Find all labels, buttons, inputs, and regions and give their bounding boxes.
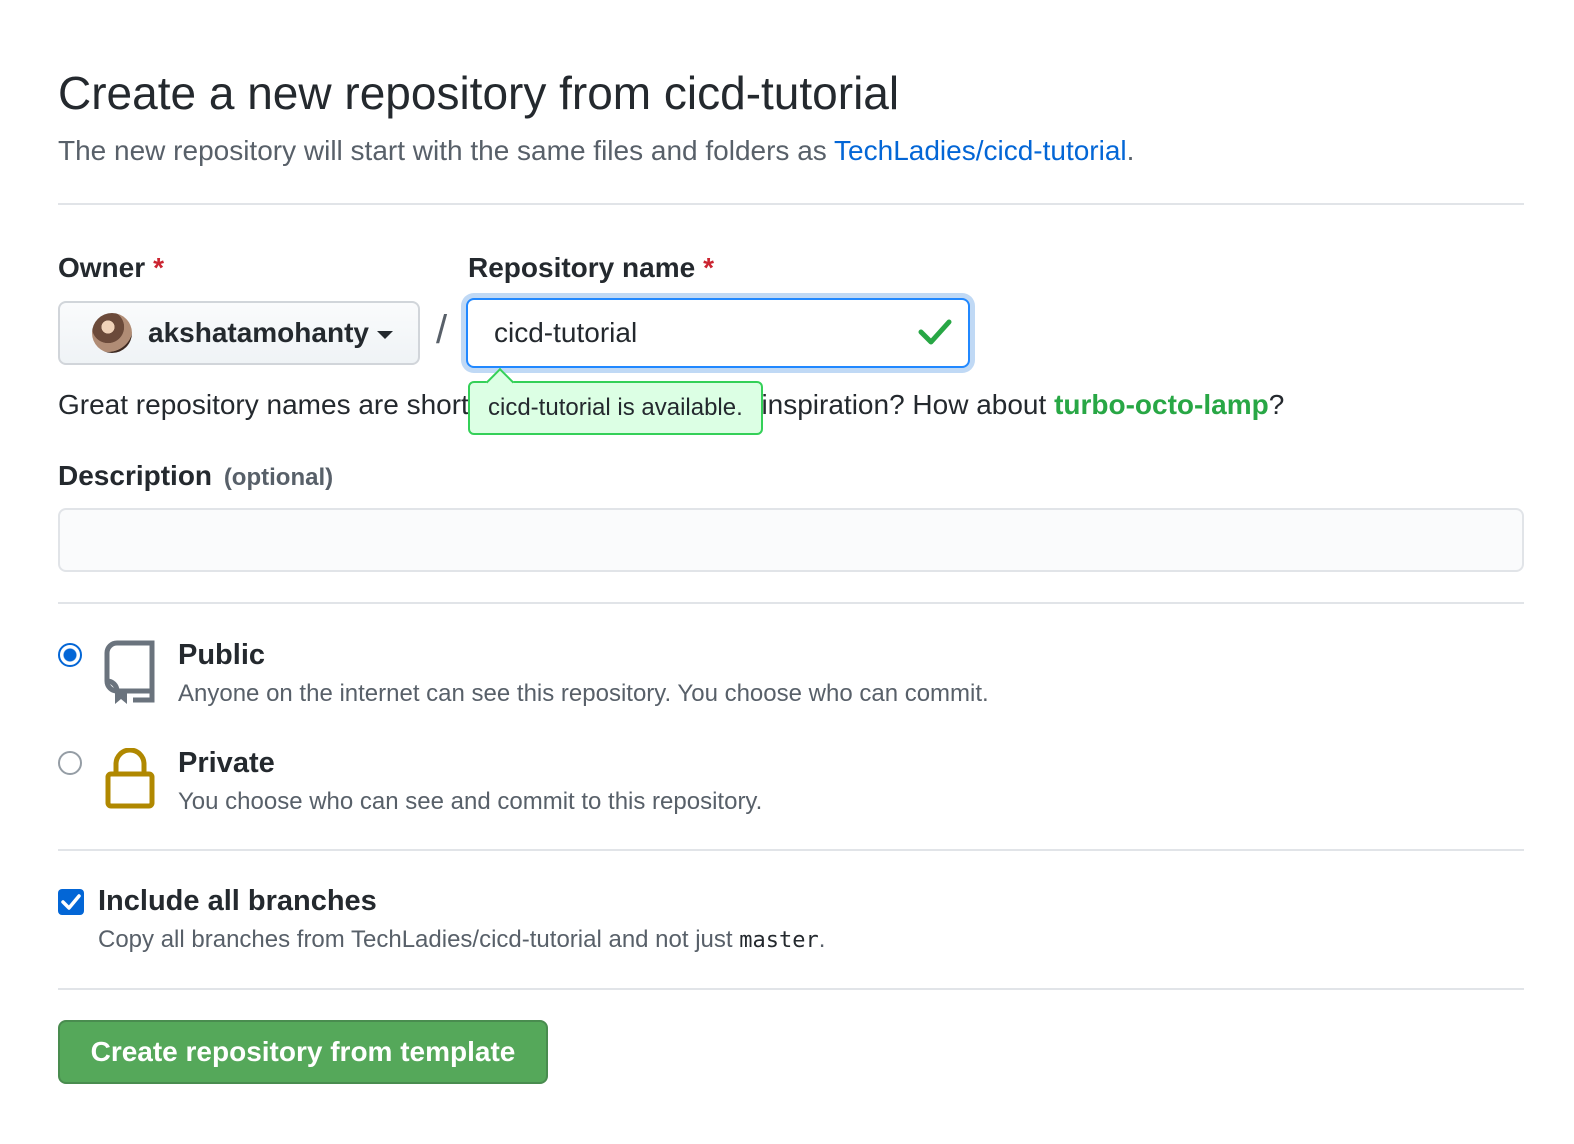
owner-repo-separator: / (436, 308, 448, 352)
description-input[interactable] (58, 508, 1524, 572)
public-option-title[interactable]: Public (178, 639, 265, 672)
optional-note: (optional) (223, 464, 334, 491)
divider (58, 849, 1524, 851)
description-label-text: Description (58, 460, 213, 491)
check-icon (918, 319, 952, 345)
required-mark: * (153, 252, 165, 283)
private-option-note: You choose who can see and commit to thi… (178, 788, 763, 815)
checkmark-icon (61, 894, 81, 910)
page-title: Create a new repository from cicd-tutori… (58, 67, 900, 119)
owner-name: akshatamohanty (148, 317, 369, 348)
repo-name-label-text: Repository name (468, 252, 696, 283)
public-option-note: Anyone on the internet can see this repo… (178, 680, 989, 707)
create-repository-button[interactable]: Create repository from template (58, 1020, 548, 1084)
repo-name-field[interactable] (466, 298, 970, 368)
divider (58, 203, 1524, 205)
branches-note-text: Copy all branches from TechLadies/cicd-t… (98, 926, 740, 953)
owner-label-text: Owner (58, 252, 146, 283)
lock-icon (105, 748, 155, 809)
repo-icon (104, 640, 155, 704)
hint-question-mark: ? (1268, 389, 1285, 420)
description-label: Description (optional) (58, 460, 333, 492)
suggested-name-link[interactable]: turbo-octo-lamp (1054, 389, 1269, 420)
divider (58, 602, 1524, 604)
template-repo-link[interactable]: TechLadies/cicd-tutorial (834, 135, 1127, 166)
availability-tooltip: cicd-tutorial is available. (468, 381, 763, 435)
divider (58, 988, 1524, 990)
page-subtitle: The new repository will start with the s… (58, 135, 1134, 167)
required-mark: * (703, 252, 715, 283)
include-branches-note: Copy all branches from TechLadies/cicd-t… (98, 926, 825, 954)
owner-label: Owner * (58, 252, 164, 284)
owner-select[interactable]: akshatamohanty (58, 301, 420, 365)
include-branches-label[interactable]: Include all branches (98, 885, 377, 918)
subtitle-text: The new repository will start with the s… (58, 135, 835, 166)
private-option-title[interactable]: Private (178, 747, 275, 780)
repo-name-label: Repository name * (468, 252, 714, 284)
repo-name-input[interactable] (468, 316, 896, 350)
include-branches-checkbox[interactable] (58, 889, 84, 915)
default-branch-name: master (739, 928, 819, 953)
branches-note-period: . (818, 926, 826, 953)
chevron-down-icon (376, 331, 393, 339)
public-radio[interactable] (58, 643, 82, 667)
private-radio[interactable] (58, 751, 82, 775)
avatar (92, 313, 132, 353)
subtitle-period: . (1126, 135, 1135, 166)
